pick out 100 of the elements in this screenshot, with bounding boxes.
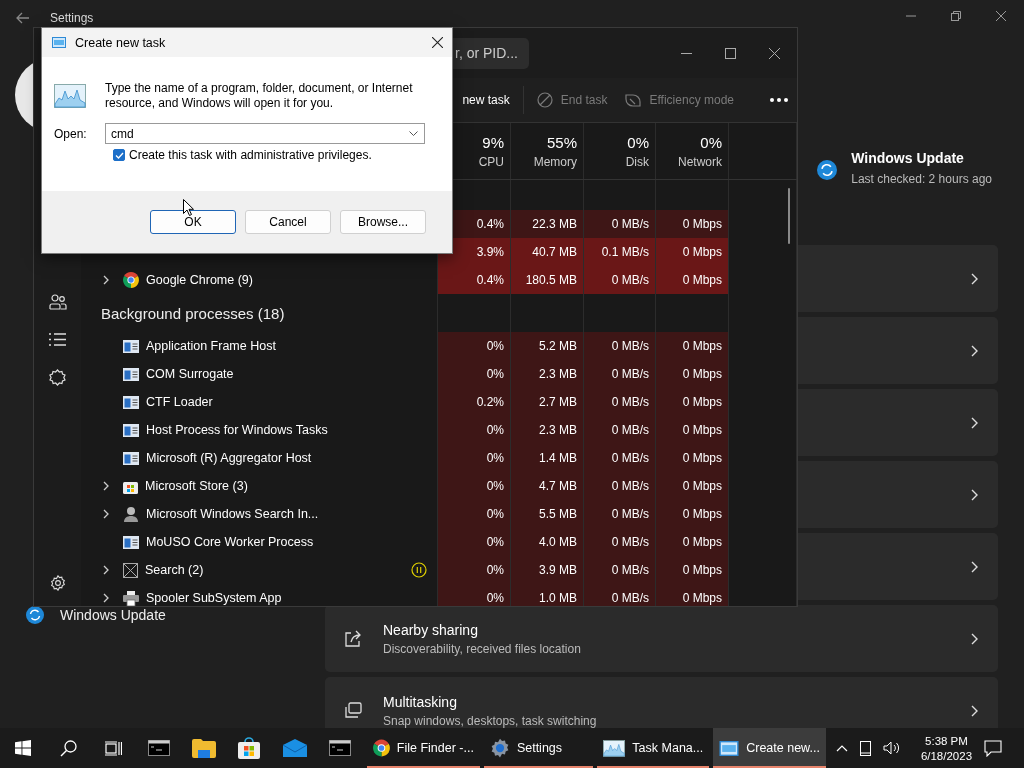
table-cell: 180.5 MB bbox=[511, 266, 584, 294]
chevron-icon bbox=[971, 272, 978, 285]
mail-icon[interactable] bbox=[282, 739, 307, 757]
expand-chevron-icon[interactable] bbox=[103, 275, 109, 285]
chevron-icon bbox=[971, 704, 978, 717]
table-cell: 0 MB/s bbox=[584, 332, 656, 360]
close-icon[interactable] bbox=[769, 47, 780, 59]
app-window-icon bbox=[123, 535, 139, 549]
users-icon[interactable] bbox=[48, 294, 67, 310]
column-header[interactable]: 0% Network bbox=[656, 123, 729, 179]
checkbox-label: Create this task with administrative privileges. bbox=[129, 148, 372, 162]
terminal-icon[interactable] bbox=[329, 740, 352, 756]
chevron-icon bbox=[971, 560, 978, 573]
dialog-button[interactable]: OK bbox=[150, 210, 236, 234]
taskbar-app-button[interactable]: Settings bbox=[483, 728, 594, 768]
table-cell: 0% bbox=[438, 444, 511, 472]
table-cell: 0.1 MB/s bbox=[584, 238, 656, 266]
more-icon bbox=[770, 98, 788, 102]
expand-chevron-icon[interactable] bbox=[103, 481, 109, 491]
dialog-title: Create new task bbox=[75, 35, 166, 50]
table-cell: 40.7 MB bbox=[511, 238, 584, 266]
crossed-box-icon bbox=[123, 562, 138, 578]
store-bag-icon[interactable] bbox=[238, 737, 261, 759]
back-arrow-icon[interactable] bbox=[16, 12, 30, 24]
open-label: Open: bbox=[54, 126, 88, 141]
open-combobox[interactable]: cmd bbox=[105, 123, 425, 144]
chevron-icon bbox=[971, 488, 978, 501]
windows-icon bbox=[343, 701, 363, 720]
table-cell: 0% bbox=[438, 472, 511, 500]
expand-chevron-icon[interactable] bbox=[103, 509, 109, 519]
windows-logo-icon[interactable] bbox=[14, 740, 31, 756]
chevron-up-icon[interactable] bbox=[835, 744, 848, 752]
app-window-icon bbox=[719, 740, 740, 756]
table-cell: 3.9 MB bbox=[511, 556, 584, 584]
close-icon[interactable] bbox=[432, 37, 443, 48]
volume-icon[interactable] bbox=[882, 741, 901, 755]
checkbox[interactable] bbox=[113, 149, 125, 161]
expand-chevron-icon[interactable] bbox=[103, 565, 109, 575]
leaf-icon bbox=[623, 92, 642, 108]
table-cell: 0.2% bbox=[438, 388, 511, 416]
column-header[interactable]: 55% Memory bbox=[511, 123, 584, 179]
task-view-icon[interactable] bbox=[104, 740, 122, 756]
taskbar-app-button[interactable]: Create new... bbox=[713, 728, 826, 768]
performance-graph-icon bbox=[54, 84, 86, 108]
chevron-icon bbox=[971, 632, 978, 645]
maximize-icon[interactable] bbox=[725, 47, 736, 59]
update-status: Last checked: 2 hours ago bbox=[851, 172, 992, 186]
taskbar-app-button[interactable]: File Finder -... bbox=[366, 728, 480, 768]
app-window-icon bbox=[52, 37, 66, 48]
card-title: Multitasking bbox=[383, 693, 458, 710]
run-task-button[interactable]: new task bbox=[455, 87, 517, 113]
process-name: Spooler SubSystem App bbox=[146, 591, 282, 605]
settings-icon[interactable] bbox=[49, 575, 66, 591]
table-cell: 5.2 MB bbox=[511, 332, 584, 360]
search-icon[interactable] bbox=[59, 739, 77, 757]
table-cell: 0 Mbps bbox=[656, 416, 729, 444]
table-cell: 2.3 MB bbox=[511, 360, 584, 388]
card-description: Discoverability, received files location bbox=[383, 641, 581, 656]
nav-item[interactable]: Windows Update bbox=[26, 604, 166, 626]
taskbar-app-button[interactable]: Task Mana... bbox=[597, 728, 710, 768]
process-name: Microsoft Store (3) bbox=[145, 479, 248, 493]
table-cell: 5.5 MB bbox=[511, 500, 584, 528]
restore-icon[interactable] bbox=[951, 11, 961, 21]
table-cell: 0 MB/s bbox=[584, 556, 656, 584]
table-cell: 0 Mbps bbox=[656, 266, 729, 294]
chevron-icon bbox=[971, 416, 978, 429]
dialog-button[interactable]: Browse... bbox=[340, 210, 426, 234]
notification-icon[interactable] bbox=[984, 739, 1003, 757]
dropdown-chevron-icon[interactable] bbox=[409, 131, 418, 137]
table-cell: 0 MB/s bbox=[584, 500, 656, 528]
chrome-icon bbox=[123, 272, 139, 288]
process-name: CTF Loader bbox=[146, 395, 213, 409]
table-cell: 0 MB/s bbox=[584, 584, 656, 606]
app-window-icon bbox=[123, 367, 139, 381]
terminal-icon[interactable] bbox=[147, 740, 170, 756]
column-header[interactable]: 0% Disk bbox=[584, 123, 656, 179]
table-cell: 0 MB/s bbox=[584, 444, 656, 472]
card-title: Nearby sharing bbox=[383, 621, 479, 638]
sync-icon bbox=[26, 606, 44, 624]
expand-chevron-icon[interactable] bbox=[103, 593, 109, 603]
dialog-button[interactable]: Cancel bbox=[245, 210, 331, 234]
table-cell: 22.3 MB bbox=[511, 210, 584, 238]
puzzle-gear-icon[interactable] bbox=[49, 369, 66, 386]
table-cell: 0 Mbps bbox=[656, 500, 729, 528]
table-cell: 0 Mbps bbox=[656, 238, 729, 266]
app-window-icon bbox=[123, 423, 139, 437]
printer-icon bbox=[123, 590, 139, 606]
scrollbar-thumb[interactable] bbox=[788, 188, 790, 244]
table-cell: 4.0 MB bbox=[511, 528, 584, 556]
settings-card[interactable]: Nearby sharing Discoverability, received files location bbox=[325, 605, 998, 672]
folder-icon[interactable] bbox=[192, 738, 217, 758]
table-cell: 0% bbox=[438, 500, 511, 528]
table-cell: 0 MB/s bbox=[584, 360, 656, 388]
table-cell: 0 MB/s bbox=[584, 416, 656, 444]
close-icon[interactable] bbox=[996, 11, 1006, 21]
process-name: COM Surrogate bbox=[146, 367, 234, 381]
table-cell: 4.7 MB bbox=[511, 472, 584, 500]
list-icon[interactable] bbox=[49, 333, 66, 346]
process-name: Application Frame Host bbox=[146, 339, 276, 353]
table-cell: 1.4 MB bbox=[511, 444, 584, 472]
